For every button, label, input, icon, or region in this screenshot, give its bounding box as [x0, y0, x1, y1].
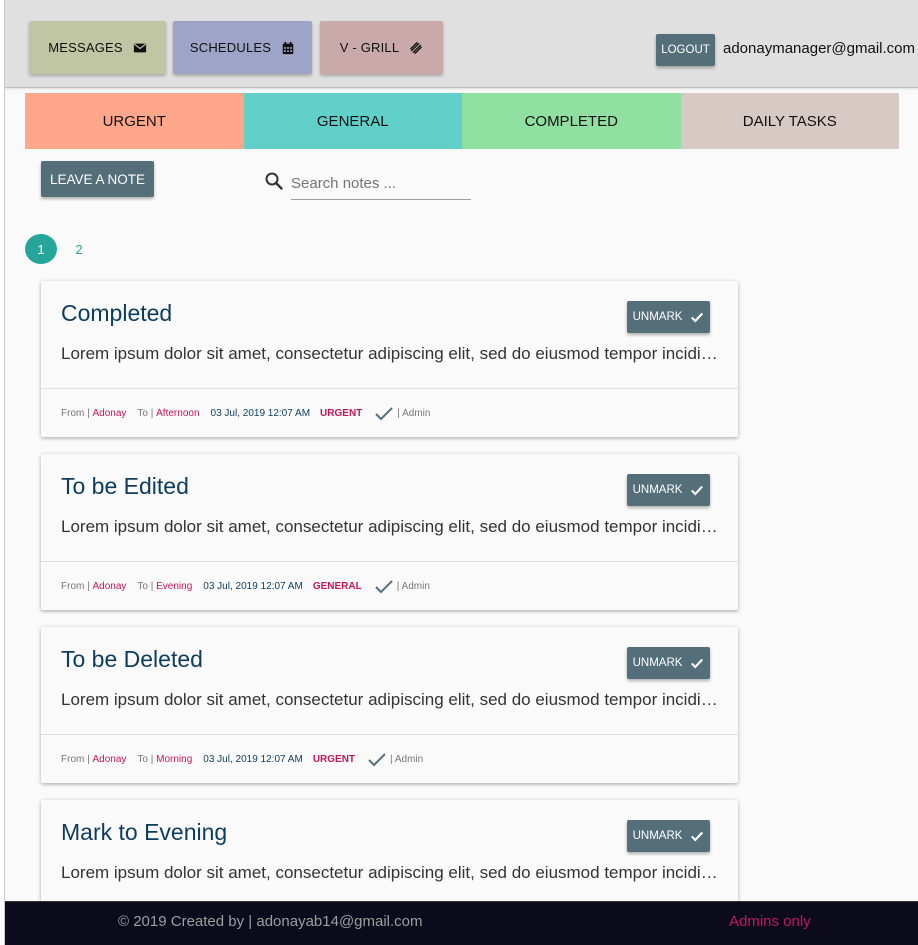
note-card: To be Edited UNMARK Lorem ipsum dolor si…: [41, 454, 738, 610]
app-frame: MESSAGES SCHEDULES V - GRILL LOGOUT adon…: [4, 0, 918, 945]
admins-only-link[interactable]: Admins only: [729, 913, 811, 930]
note-timestamp: 03 Jul, 2019 12:07 AM: [210, 408, 311, 419]
logout-button[interactable]: LOGOUT: [656, 34, 715, 66]
from-value: Adonay: [92, 754, 127, 765]
to-value: Evening: [156, 581, 193, 592]
page-2-button[interactable]: 2: [63, 234, 95, 264]
check-icon: [691, 831, 704, 842]
note-footer: From | Adonay To | Morning 03 Jul, 2019 …: [41, 734, 738, 784]
note-title: To be Deleted: [61, 646, 203, 672]
unmark-button[interactable]: UNMARK: [627, 647, 710, 679]
unmark-button[interactable]: UNMARK: [627, 820, 710, 852]
note-body: Lorem ipsum dolor sit amet, consectetur …: [61, 690, 719, 709]
note-body: Lorem ipsum dolor sit amet, consectetur …: [61, 344, 719, 363]
footer-copyright: © 2019 Created by | adonayab14@gmail.com: [118, 913, 423, 930]
top-navbar: MESSAGES SCHEDULES V - GRILL LOGOUT adon…: [5, 0, 918, 88]
search-icon: [265, 172, 283, 190]
note-timestamp: 03 Jul, 2019 12:07 AM: [203, 754, 303, 765]
tab-completed-label: COMPLETED: [524, 112, 618, 130]
calendar-icon: [282, 41, 294, 54]
envelope-icon: [133, 43, 146, 52]
schedules-button-label: SCHEDULES: [189, 40, 272, 55]
unmark-button-label: UNMARK: [632, 484, 683, 496]
to-value: Morning: [156, 754, 193, 765]
to-label: To |: [137, 408, 154, 419]
to-label: To |: [137, 754, 154, 765]
tab-completed[interactable]: COMPLETED: [462, 93, 681, 149]
note-category: URGENT: [312, 754, 356, 765]
from-label: From |: [61, 408, 90, 419]
note-category: GENERAL: [312, 581, 362, 592]
v-grill-button-label: V - GRILL: [339, 40, 400, 55]
check-icon: [691, 485, 704, 496]
note-title: Mark to Evening: [61, 819, 228, 845]
note-title: Completed: [61, 300, 173, 326]
category-tabs: URGENT GENERAL COMPLETED DAILY TASKS: [25, 93, 899, 149]
note-category: URGENT: [320, 408, 363, 419]
search-input[interactable]: [291, 168, 471, 200]
unmark-button[interactable]: UNMARK: [627, 474, 710, 506]
from-label: From |: [61, 754, 90, 765]
unmark-button[interactable]: UNMARK: [627, 301, 710, 333]
note-author-role: | Admin: [397, 408, 431, 419]
v-grill-button[interactable]: V - GRILL: [320, 21, 443, 74]
tab-urgent-label: URGENT: [102, 112, 166, 130]
messages-button-label: MESSAGES: [48, 40, 123, 55]
to-value: Afternoon: [156, 408, 200, 419]
note-author-role: | Admin: [396, 581, 430, 592]
check-icon: [691, 658, 704, 669]
unmark-button-label: UNMARK: [632, 830, 683, 842]
schedules-button[interactable]: SCHEDULES: [173, 21, 312, 74]
leave-a-note-button[interactable]: LEAVE A NOTE: [41, 161, 154, 197]
note-footer: From | Adonay To | Evening 03 Jul, 2019 …: [41, 561, 738, 611]
unmark-button-label: UNMARK: [632, 311, 683, 323]
note-body: Lorem ipsum dolor sit amet, consectetur …: [61, 517, 719, 536]
checkmark-icon: [368, 752, 386, 766]
tab-daily-tasks-label: DAILY TASKS: [742, 112, 837, 130]
tab-general-label: GENERAL: [316, 112, 389, 130]
link-icon: [410, 41, 423, 54]
messages-button[interactable]: MESSAGES: [29, 21, 166, 74]
checkmark-icon: [375, 579, 393, 593]
note-card: Completed UNMARK Lorem ipsum dolor sit a…: [41, 281, 738, 437]
page-1-button[interactable]: 1: [25, 234, 57, 264]
checkmark-icon: [375, 406, 393, 420]
from-value: Adonay: [92, 581, 127, 592]
note-footer: From | Adonay To | Afternoon 03 Jul, 201…: [41, 388, 738, 438]
note-body: Lorem ipsum dolor sit amet, consectetur …: [61, 863, 719, 882]
tab-daily-tasks[interactable]: DAILY TASKS: [680, 93, 899, 149]
note-card: To be Deleted UNMARK Lorem ipsum dolor s…: [41, 627, 738, 783]
unmark-button-label: UNMARK: [632, 657, 683, 669]
check-icon: [691, 312, 704, 323]
tab-urgent[interactable]: URGENT: [25, 93, 244, 149]
to-label: To |: [137, 581, 154, 592]
from-label: From |: [61, 581, 90, 592]
from-value: Adonay: [92, 408, 127, 419]
note-author-role: | Admin: [390, 754, 424, 765]
note-timestamp: 03 Jul, 2019 12:07 AM: [203, 581, 303, 592]
note-title: To be Edited: [61, 473, 189, 499]
tab-general[interactable]: GENERAL: [243, 93, 462, 149]
user-email: adonaymanager@gmail.com: [723, 40, 915, 57]
page-footer: © 2019 Created by | adonayab14@gmail.com…: [5, 901, 918, 945]
